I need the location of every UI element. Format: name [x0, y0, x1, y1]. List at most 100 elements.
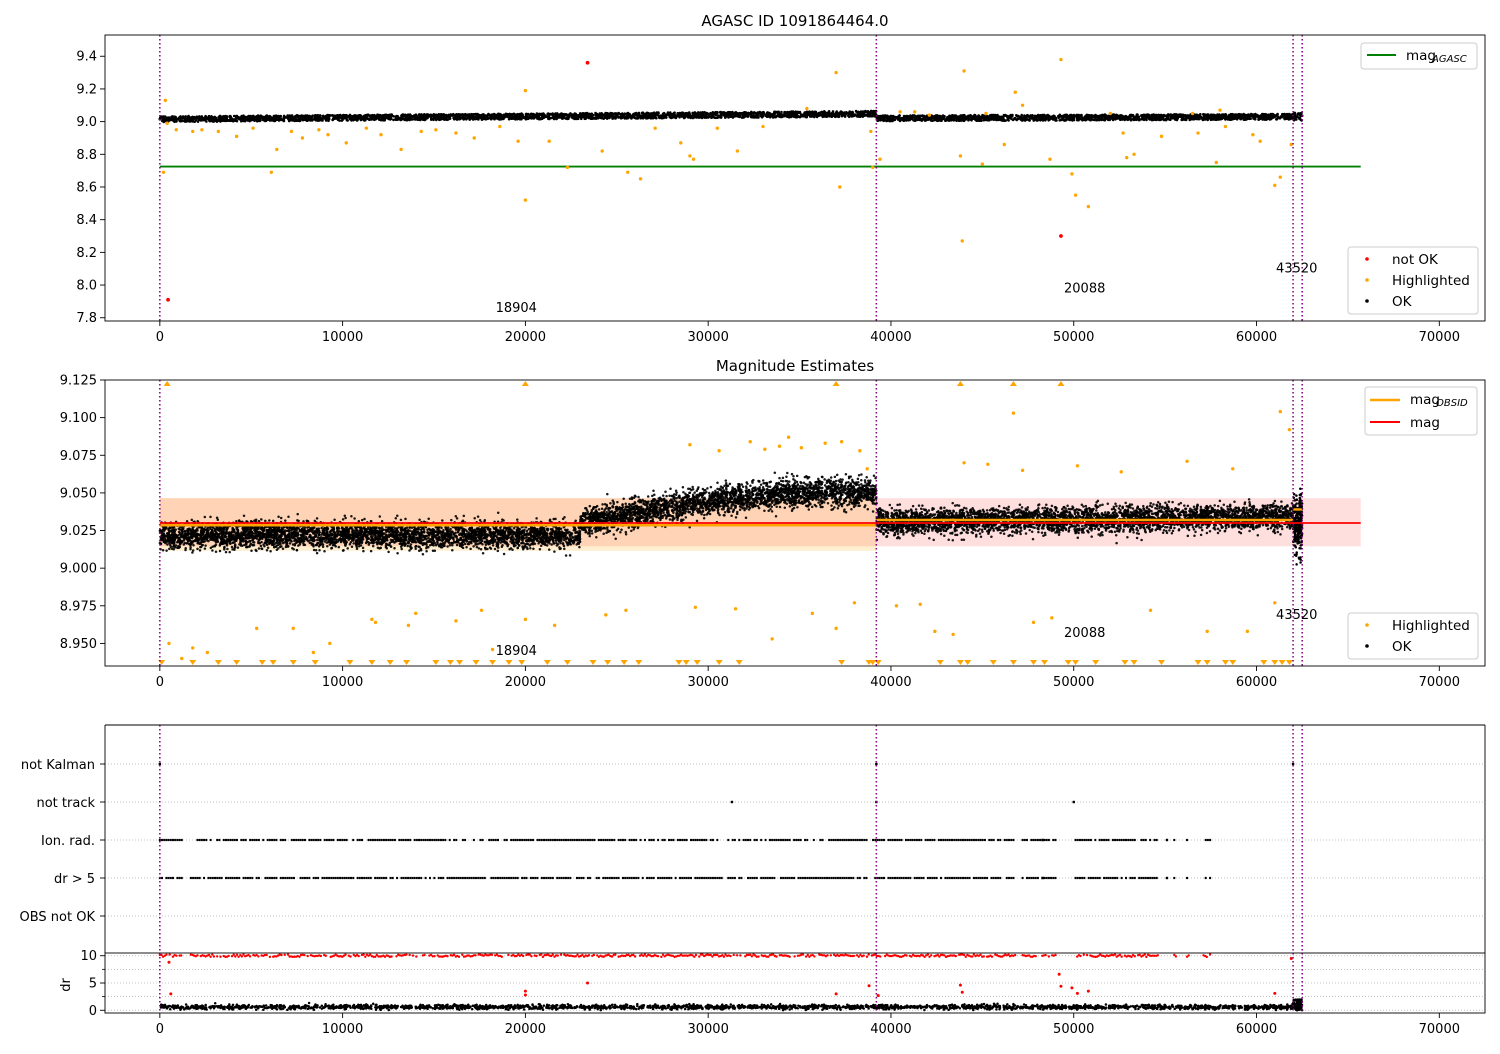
- ok-point: [279, 115, 282, 118]
- ok-point: [1104, 119, 1107, 122]
- ok-point: [502, 117, 505, 120]
- ok-point: [311, 119, 314, 122]
- ok-point: [641, 112, 644, 115]
- ok-point: [493, 113, 496, 116]
- ok-point: [1092, 118, 1095, 121]
- ok-point: [775, 116, 778, 119]
- ok-point: [184, 115, 187, 118]
- ok-point: [973, 115, 976, 118]
- ok-point: [373, 116, 376, 119]
- ok-point: [656, 113, 659, 116]
- ok-point: [935, 116, 938, 119]
- highlighted-point: [761, 125, 764, 128]
- ok-point: [726, 115, 729, 118]
- ok-point: [1228, 117, 1231, 120]
- ok-point: [633, 112, 636, 115]
- ok-point: [790, 110, 793, 113]
- ok-point: [214, 116, 217, 119]
- ok-point: [1132, 114, 1135, 117]
- highlighted-point: [301, 136, 304, 139]
- ok-point: [1289, 115, 1292, 118]
- highlighted-point: [961, 239, 964, 242]
- ok-point: [462, 117, 465, 120]
- ok-point: [467, 116, 470, 119]
- ok-point: [691, 115, 694, 118]
- ok-point: [884, 114, 887, 117]
- ok-point: [1020, 114, 1023, 117]
- ok-point: [1088, 118, 1091, 121]
- ok-point: [773, 111, 776, 114]
- ok-point: [236, 120, 239, 123]
- x-tick-label: 60000: [1236, 330, 1277, 345]
- ok-point: [171, 115, 174, 118]
- ok-point: [576, 114, 579, 117]
- ok-point: [175, 120, 178, 123]
- ok-point: [602, 117, 605, 120]
- x-tick-label: 30000: [687, 330, 728, 345]
- ok-point: [1033, 119, 1036, 122]
- ok-point: [250, 550, 253, 553]
- ok-point: [1269, 115, 1272, 118]
- not-ok-point: [1059, 234, 1063, 238]
- highlighted-point: [1215, 161, 1218, 164]
- highlighted-point: [524, 89, 527, 92]
- panel-estimates-plot-area: 189042008843520: [158, 380, 1361, 666]
- ok-point: [1213, 114, 1216, 117]
- highlighted-point: [191, 130, 194, 133]
- ok-point: [910, 115, 913, 118]
- highlighted-point: [1132, 153, 1135, 156]
- ok-point: [520, 118, 523, 121]
- ok-point: [904, 117, 907, 120]
- highlighted-point: [716, 126, 719, 129]
- ok-point: [795, 114, 798, 117]
- y-tick-label: 8.6: [76, 180, 97, 195]
- highlighted-point: [162, 171, 165, 174]
- ok-point: [777, 114, 780, 117]
- ok-point: [1195, 114, 1198, 117]
- ok-point: [442, 117, 445, 120]
- ok-point: [1004, 114, 1007, 117]
- ok-point: [527, 117, 530, 120]
- highlighted-point: [913, 110, 916, 113]
- ok-point: [282, 119, 285, 122]
- ok-point: [1011, 114, 1014, 117]
- legend-marker: [1365, 299, 1369, 303]
- highlighted-point: [626, 171, 629, 174]
- ok-point: [983, 116, 986, 119]
- ok-point: [384, 115, 387, 118]
- highlighted-point: [270, 171, 273, 174]
- highlighted-point: [275, 148, 278, 151]
- ok-point: [1019, 117, 1022, 120]
- ok-point: [255, 115, 258, 118]
- ok-point: [216, 120, 219, 123]
- ok-point: [1050, 116, 1053, 119]
- ok-point: [962, 114, 965, 117]
- ok-point: [180, 119, 183, 122]
- ok-point: [979, 118, 982, 121]
- ok-point: [300, 116, 303, 119]
- highlighted-point: [1279, 175, 1282, 178]
- ok-point: [1160, 117, 1163, 120]
- ok-point: [530, 116, 533, 119]
- ok-point: [691, 112, 694, 115]
- ok-point: [571, 114, 574, 117]
- ok-point: [995, 115, 998, 118]
- ok-point: [166, 116, 169, 119]
- ok-point: [1068, 116, 1071, 119]
- ok-point: [955, 119, 958, 122]
- ok-point: [955, 114, 958, 117]
- ok-point: [609, 115, 612, 118]
- highlighted-point: [1003, 143, 1006, 146]
- ok-point: [730, 113, 733, 116]
- ok-point: [753, 111, 756, 114]
- ok-point: [313, 118, 316, 121]
- ok-point: [1150, 114, 1153, 117]
- ok-point: [621, 112, 624, 115]
- ok-point: [236, 115, 239, 118]
- ok-point: [671, 116, 674, 119]
- ok-point: [198, 115, 201, 118]
- ok-point: [1098, 119, 1101, 122]
- ok-point: [311, 116, 314, 119]
- highlighted-point: [434, 128, 437, 131]
- highlighted-point: [1087, 205, 1090, 208]
